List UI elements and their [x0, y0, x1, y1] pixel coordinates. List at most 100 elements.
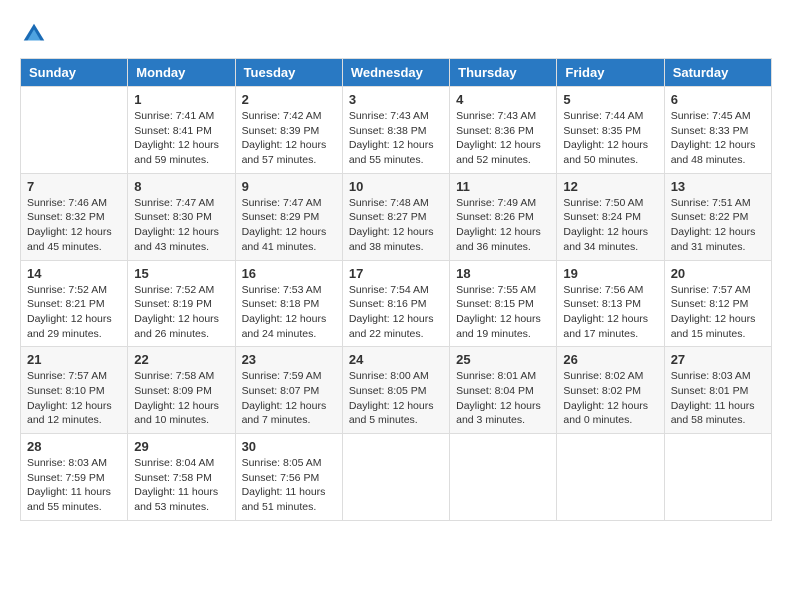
calendar-cell: 4 Sunrise: 7:43 AMSunset: 8:36 PMDaylight…	[450, 87, 557, 174]
day-number: 12	[563, 179, 657, 194]
day-number: 1	[134, 92, 228, 107]
day-number: 16	[242, 266, 336, 281]
calendar-cell: 16 Sunrise: 7:53 AMSunset: 8:18 PMDayligh…	[235, 260, 342, 347]
week-row-5: 28 Sunrise: 8:03 AMSunset: 7:59 PMDayligh…	[21, 434, 772, 521]
col-header-saturday: Saturday	[664, 59, 771, 87]
day-number: 11	[456, 179, 550, 194]
day-info: Sunrise: 7:51 AMSunset: 8:22 PMDaylight:…	[671, 196, 765, 255]
day-info: Sunrise: 7:54 AMSunset: 8:16 PMDaylight:…	[349, 283, 443, 342]
calendar-cell	[557, 434, 664, 521]
day-number: 22	[134, 352, 228, 367]
calendar-cell: 24 Sunrise: 8:00 AMSunset: 8:05 PMDayligh…	[342, 347, 449, 434]
col-header-sunday: Sunday	[21, 59, 128, 87]
day-info: Sunrise: 8:04 AMSunset: 7:58 PMDaylight:…	[134, 456, 228, 515]
calendar-cell: 3 Sunrise: 7:43 AMSunset: 8:38 PMDaylight…	[342, 87, 449, 174]
day-number: 20	[671, 266, 765, 281]
calendar-cell: 27 Sunrise: 8:03 AMSunset: 8:01 PMDayligh…	[664, 347, 771, 434]
calendar-cell: 5 Sunrise: 7:44 AMSunset: 8:35 PMDaylight…	[557, 87, 664, 174]
calendar-cell: 12 Sunrise: 7:50 AMSunset: 8:24 PMDayligh…	[557, 173, 664, 260]
col-header-wednesday: Wednesday	[342, 59, 449, 87]
day-info: Sunrise: 7:47 AMSunset: 8:29 PMDaylight:…	[242, 196, 336, 255]
day-info: Sunrise: 7:42 AMSunset: 8:39 PMDaylight:…	[242, 109, 336, 168]
day-number: 6	[671, 92, 765, 107]
day-number: 29	[134, 439, 228, 454]
day-number: 14	[27, 266, 121, 281]
day-number: 4	[456, 92, 550, 107]
day-info: Sunrise: 8:00 AMSunset: 8:05 PMDaylight:…	[349, 369, 443, 428]
day-number: 26	[563, 352, 657, 367]
calendar-cell: 21 Sunrise: 7:57 AMSunset: 8:10 PMDayligh…	[21, 347, 128, 434]
calendar-cell: 28 Sunrise: 8:03 AMSunset: 7:59 PMDayligh…	[21, 434, 128, 521]
day-info: Sunrise: 7:48 AMSunset: 8:27 PMDaylight:…	[349, 196, 443, 255]
calendar-cell: 1 Sunrise: 7:41 AMSunset: 8:41 PMDaylight…	[128, 87, 235, 174]
calendar-cell: 8 Sunrise: 7:47 AMSunset: 8:30 PMDaylight…	[128, 173, 235, 260]
calendar-cell: 7 Sunrise: 7:46 AMSunset: 8:32 PMDaylight…	[21, 173, 128, 260]
day-info: Sunrise: 7:44 AMSunset: 8:35 PMDaylight:…	[563, 109, 657, 168]
day-number: 5	[563, 92, 657, 107]
day-info: Sunrise: 7:43 AMSunset: 8:36 PMDaylight:…	[456, 109, 550, 168]
calendar-cell: 22 Sunrise: 7:58 AMSunset: 8:09 PMDayligh…	[128, 347, 235, 434]
calendar-cell: 13 Sunrise: 7:51 AMSunset: 8:22 PMDayligh…	[664, 173, 771, 260]
calendar-header-row: SundayMondayTuesdayWednesdayThursdayFrid…	[21, 59, 772, 87]
day-info: Sunrise: 7:45 AMSunset: 8:33 PMDaylight:…	[671, 109, 765, 168]
calendar-cell	[342, 434, 449, 521]
logo	[20, 20, 52, 48]
calendar-cell: 14 Sunrise: 7:52 AMSunset: 8:21 PMDayligh…	[21, 260, 128, 347]
day-info: Sunrise: 8:03 AMSunset: 7:59 PMDaylight:…	[27, 456, 121, 515]
day-number: 3	[349, 92, 443, 107]
calendar-cell: 9 Sunrise: 7:47 AMSunset: 8:29 PMDaylight…	[235, 173, 342, 260]
day-info: Sunrise: 7:50 AMSunset: 8:24 PMDaylight:…	[563, 196, 657, 255]
day-number: 8	[134, 179, 228, 194]
day-number: 10	[349, 179, 443, 194]
day-number: 25	[456, 352, 550, 367]
day-info: Sunrise: 7:47 AMSunset: 8:30 PMDaylight:…	[134, 196, 228, 255]
week-row-3: 14 Sunrise: 7:52 AMSunset: 8:21 PMDayligh…	[21, 260, 772, 347]
day-number: 27	[671, 352, 765, 367]
week-row-4: 21 Sunrise: 7:57 AMSunset: 8:10 PMDayligh…	[21, 347, 772, 434]
calendar-cell	[664, 434, 771, 521]
day-info: Sunrise: 7:55 AMSunset: 8:15 PMDaylight:…	[456, 283, 550, 342]
calendar-cell: 26 Sunrise: 8:02 AMSunset: 8:02 PMDayligh…	[557, 347, 664, 434]
calendar-cell: 6 Sunrise: 7:45 AMSunset: 8:33 PMDaylight…	[664, 87, 771, 174]
day-number: 28	[27, 439, 121, 454]
day-info: Sunrise: 7:58 AMSunset: 8:09 PMDaylight:…	[134, 369, 228, 428]
day-number: 24	[349, 352, 443, 367]
calendar-cell: 10 Sunrise: 7:48 AMSunset: 8:27 PMDayligh…	[342, 173, 449, 260]
day-info: Sunrise: 7:49 AMSunset: 8:26 PMDaylight:…	[456, 196, 550, 255]
day-info: Sunrise: 7:41 AMSunset: 8:41 PMDaylight:…	[134, 109, 228, 168]
day-number: 19	[563, 266, 657, 281]
calendar-cell: 2 Sunrise: 7:42 AMSunset: 8:39 PMDaylight…	[235, 87, 342, 174]
day-number: 21	[27, 352, 121, 367]
day-number: 30	[242, 439, 336, 454]
day-number: 7	[27, 179, 121, 194]
day-info: Sunrise: 7:46 AMSunset: 8:32 PMDaylight:…	[27, 196, 121, 255]
day-info: Sunrise: 7:52 AMSunset: 8:19 PMDaylight:…	[134, 283, 228, 342]
calendar-cell: 29 Sunrise: 8:04 AMSunset: 7:58 PMDayligh…	[128, 434, 235, 521]
day-info: Sunrise: 7:57 AMSunset: 8:10 PMDaylight:…	[27, 369, 121, 428]
week-row-1: 1 Sunrise: 7:41 AMSunset: 8:41 PMDaylight…	[21, 87, 772, 174]
day-info: Sunrise: 8:03 AMSunset: 8:01 PMDaylight:…	[671, 369, 765, 428]
col-header-tuesday: Tuesday	[235, 59, 342, 87]
day-number: 2	[242, 92, 336, 107]
calendar-cell: 15Sunrise: 7:52 AMSunset: 8:19 PMDayligh…	[128, 260, 235, 347]
calendar-cell	[450, 434, 557, 521]
day-info: Sunrise: 7:43 AMSunset: 8:38 PMDaylight:…	[349, 109, 443, 168]
calendar-cell: 23Sunrise: 7:59 AMSunset: 8:07 PMDayligh…	[235, 347, 342, 434]
calendar-cell: 25Sunrise: 8:01 AMSunset: 8:04 PMDayligh…	[450, 347, 557, 434]
day-number: 23	[242, 352, 336, 367]
calendar-table: SundayMondayTuesdayWednesdayThursdayFrid…	[20, 58, 772, 521]
calendar-cell: 17 Sunrise: 7:54 AMSunset: 8:16 PMDayligh…	[342, 260, 449, 347]
day-number: 13	[671, 179, 765, 194]
day-info: Sunrise: 8:05 AMSunset: 7:56 PMDaylight:…	[242, 456, 336, 515]
day-info: Sunrise: 8:02 AMSunset: 8:02 PMDaylight:…	[563, 369, 657, 428]
day-number: 9	[242, 179, 336, 194]
day-info: Sunrise: 7:57 AMSunset: 8:12 PMDaylight:…	[671, 283, 765, 342]
day-info: Sunrise: 7:53 AMSunset: 8:18 PMDaylight:…	[242, 283, 336, 342]
day-number: 18	[456, 266, 550, 281]
day-info: Sunrise: 7:52 AMSunset: 8:21 PMDaylight:…	[27, 283, 121, 342]
day-number: 17	[349, 266, 443, 281]
col-header-monday: Monday	[128, 59, 235, 87]
col-header-thursday: Thursday	[450, 59, 557, 87]
calendar-cell: 11 Sunrise: 7:49 AMSunset: 8:26 PMDayligh…	[450, 173, 557, 260]
day-info: Sunrise: 7:56 AMSunset: 8:13 PMDaylight:…	[563, 283, 657, 342]
